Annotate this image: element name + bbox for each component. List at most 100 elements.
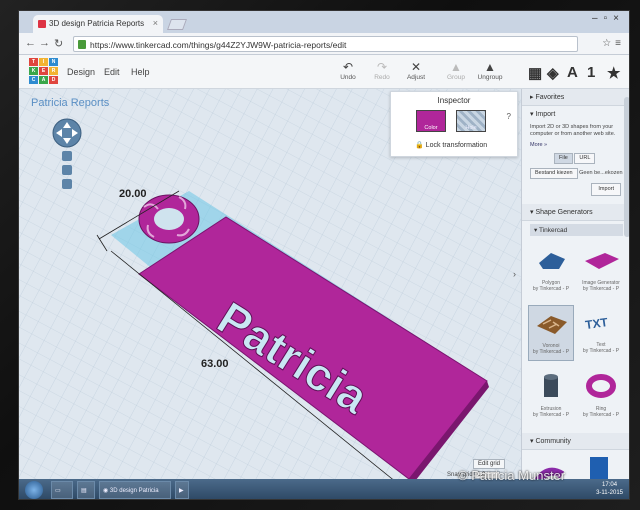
inspector-title: Inspector <box>437 96 471 105</box>
address-toolbar: ← → ↻ https://www.tinkercad.com/things/g… <box>19 33 629 55</box>
reload-icon[interactable]: ↻ <box>54 37 63 50</box>
lock-transformation-toggle[interactable]: 🔒 Lock transformation <box>415 141 487 149</box>
back-arrow-icon[interactable]: ← <box>25 37 36 49</box>
hole-label: Hole <box>465 125 477 131</box>
logo-letter: N <box>49 58 58 66</box>
project-title[interactable]: Patricia Reports <box>31 97 109 109</box>
tinkercad-sub-label: Tinkercad <box>538 227 568 234</box>
url-text: https://www.tinkercad.com/things/g44Z2YJ… <box>90 40 347 50</box>
shape-polygon[interactable]: Polygon by Tinkercad - P <box>528 243 574 299</box>
import-more-link[interactable]: More » <box>522 140 629 151</box>
logo-letter: K <box>29 67 38 75</box>
help-icon[interactable]: ? <box>507 112 511 121</box>
close-tab-icon[interactable]: × <box>153 18 158 28</box>
zoom-out-icon[interactable] <box>62 179 72 189</box>
shape-generators-label: Shape Generators <box>535 209 593 216</box>
group-button[interactable]: ▲ Group <box>439 60 473 82</box>
hole-swatch[interactable]: Hole <box>456 110 486 132</box>
ungroup-button[interactable]: ▲ Ungroup <box>473 60 507 82</box>
group-label: Group <box>446 74 466 81</box>
logo-letter: D <box>49 76 58 84</box>
adjust-button[interactable]: ✕ Adjust <box>399 61 433 82</box>
chrome-icon: ◉ <box>103 488 110 494</box>
media-taskbar-icon[interactable]: ▶ <box>175 481 189 499</box>
shape-ring[interactable]: Ring by Tinkercad - P <box>578 369 624 425</box>
star-icon[interactable]: ★ <box>607 64 620 82</box>
url-input[interactable]: https://www.tinkercad.com/things/g44Z2YJ… <box>73 36 578 52</box>
logo-letter: E <box>39 67 48 75</box>
clock-date: 3-11-2015 <box>596 490 623 496</box>
grid-view-icon[interactable]: ▦ <box>528 64 542 82</box>
app-header: T I N K E R C A D Design Edit Help ↶ Und… <box>19 55 629 89</box>
shape-author: by Tinkercad - P <box>532 286 570 292</box>
folder-taskbar-icon[interactable]: ▤ <box>77 481 95 499</box>
shape-author: by Tinkercad - P <box>582 348 620 354</box>
forward-arrow-icon[interactable]: → <box>39 37 50 49</box>
browser-tab-bar: 3D design Patricia Reports × –▫× <box>19 11 629 33</box>
logo-letter: A <box>39 76 48 84</box>
logo-letter: R <box>49 67 58 75</box>
redo-button[interactable]: ↷ Redo <box>365 61 399 82</box>
start-button-icon[interactable] <box>25 481 43 499</box>
chrome-window-title: 3D design Patricia <box>109 488 159 494</box>
group-icon: ▲ <box>450 60 462 74</box>
shape-image-generator[interactable]: Image Generator by Tinkercad - P <box>578 243 624 299</box>
menu-help[interactable]: Help <box>131 67 150 77</box>
shape-generators-header[interactable]: ▾ Shape Generators <box>522 204 629 221</box>
community-header[interactable]: ▾ Community <box>522 433 629 450</box>
3d-box-icon[interactable]: ◈ <box>547 64 559 82</box>
voronoi-shape-icon <box>537 316 567 334</box>
chrome-taskbar-window[interactable]: ◉ 3D design Patricia <box>99 481 171 499</box>
keychain-ring[interactable] <box>138 194 200 244</box>
color-swatch[interactable]: Color <box>416 110 446 132</box>
collapse-panel-icon[interactable]: › <box>513 269 521 285</box>
ring-shape-icon <box>586 374 616 398</box>
inspector-panel: Inspector Color Hole ? 🔒 Lock transforma… <box>390 91 518 157</box>
zoom-in-icon[interactable] <box>62 165 72 175</box>
browser-tab[interactable]: 3D design Patricia Reports × <box>33 15 163 33</box>
shape-voronoi[interactable]: Voronoi by Tinkercad - P <box>528 305 574 361</box>
logo-letter: I <box>39 58 48 66</box>
lock-icon <box>78 40 86 49</box>
menu-edit[interactable]: Edit <box>104 67 120 77</box>
url-tab[interactable]: URL <box>574 153 596 164</box>
text-A-icon[interactable]: A <box>567 64 578 81</box>
window-controls[interactable]: –▫× <box>592 13 625 24</box>
favorites-label: Favorites <box>535 94 565 101</box>
monitor-frame: 3D design Patricia Reports × –▫× ← → ↻ h… <box>0 0 640 510</box>
shape-text[interactable]: TXT Text by Tinkercad - P <box>578 305 624 361</box>
new-tab-button[interactable] <box>166 19 188 30</box>
shape-author: by Tinkercad - P <box>532 412 570 418</box>
clock-time: 17:04 <box>602 482 618 488</box>
shape-author: by Tinkercad - P <box>582 286 620 292</box>
width-dimension-label[interactable]: 20.00 <box>119 188 147 200</box>
choose-file-button[interactable]: Bestand kiezen <box>530 168 578 179</box>
number-1-icon[interactable]: 1 <box>587 64 595 81</box>
shape-extrusion[interactable]: Extrusion by Tinkercad - P <box>528 369 574 425</box>
redo-label: Redo <box>374 74 390 81</box>
undo-icon: ↶ <box>342 60 354 74</box>
polygon-shape-icon <box>539 253 565 269</box>
menu-design[interactable]: Design <box>67 67 95 77</box>
import-button[interactable]: Import <box>591 183 621 196</box>
tab-title: 3D design Patricia Reports <box>49 19 145 28</box>
tinkercad-subsection[interactable]: ▾ Tinkercad <box>530 224 623 236</box>
panel-scrollbar[interactable] <box>624 97 629 237</box>
undo-button[interactable]: ↶ Undo <box>331 60 365 82</box>
favorites-header[interactable]: ▸ Favorites <box>522 89 629 106</box>
image-generator-shape-icon <box>585 253 619 269</box>
explorer-taskbar-icon[interactable]: ▭ <box>51 481 73 499</box>
no-file-text: Geen be...ekozen <box>579 170 623 176</box>
system-clock[interactable]: 17:04 3-11-2015 <box>596 481 623 497</box>
svg-text:TXT: TXT <box>584 315 609 332</box>
tinkercad-logo[interactable]: T I N K E R C A D <box>29 58 59 86</box>
right-sidebar: ▸ Favorites ▾ Import Import 2D or 3D sha… <box>521 89 629 499</box>
home-view-icon[interactable] <box>62 151 72 161</box>
import-header[interactable]: ▾ Import <box>522 106 629 122</box>
shape-author: by Tinkercad - P <box>582 412 620 418</box>
length-dimension-label[interactable]: 63.00 <box>201 358 229 370</box>
browser-menu-icons[interactable]: ☆≡ <box>602 38 625 49</box>
tinkercad-favicon-icon <box>38 20 46 28</box>
file-tab[interactable]: File <box>554 153 573 164</box>
ungroup-icon: ▲ <box>484 60 496 74</box>
